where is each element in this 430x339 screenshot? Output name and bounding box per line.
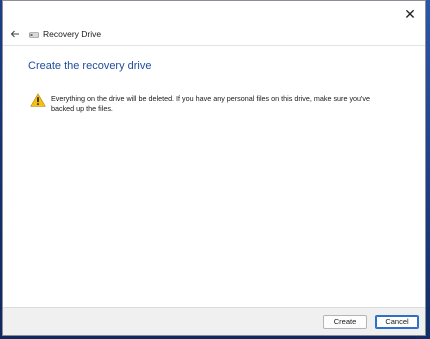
title-bar: ✕ (3, 1, 425, 27)
warning-message: Everything on the drive will be deleted.… (51, 94, 370, 113)
warning-icon (30, 93, 46, 107)
close-button[interactable]: ✕ (395, 1, 425, 27)
back-arrow-icon (10, 30, 19, 38)
recovery-drive-window: ✕ Recovery Drive Create the recovery dri… (2, 0, 426, 336)
page-title: Create the recovery drive (28, 60, 152, 72)
usb-drive-icon (29, 32, 39, 38)
back-button[interactable] (7, 26, 23, 42)
create-button[interactable]: Create (323, 315, 367, 329)
cancel-button[interactable]: Cancel (375, 315, 419, 329)
button-bar: Create Cancel (3, 307, 425, 335)
close-icon: ✕ (404, 5, 416, 22)
navigation-bar: Recovery Drive (3, 27, 425, 45)
nav-title: Recovery Drive (43, 29, 102, 39)
divider (3, 45, 425, 46)
